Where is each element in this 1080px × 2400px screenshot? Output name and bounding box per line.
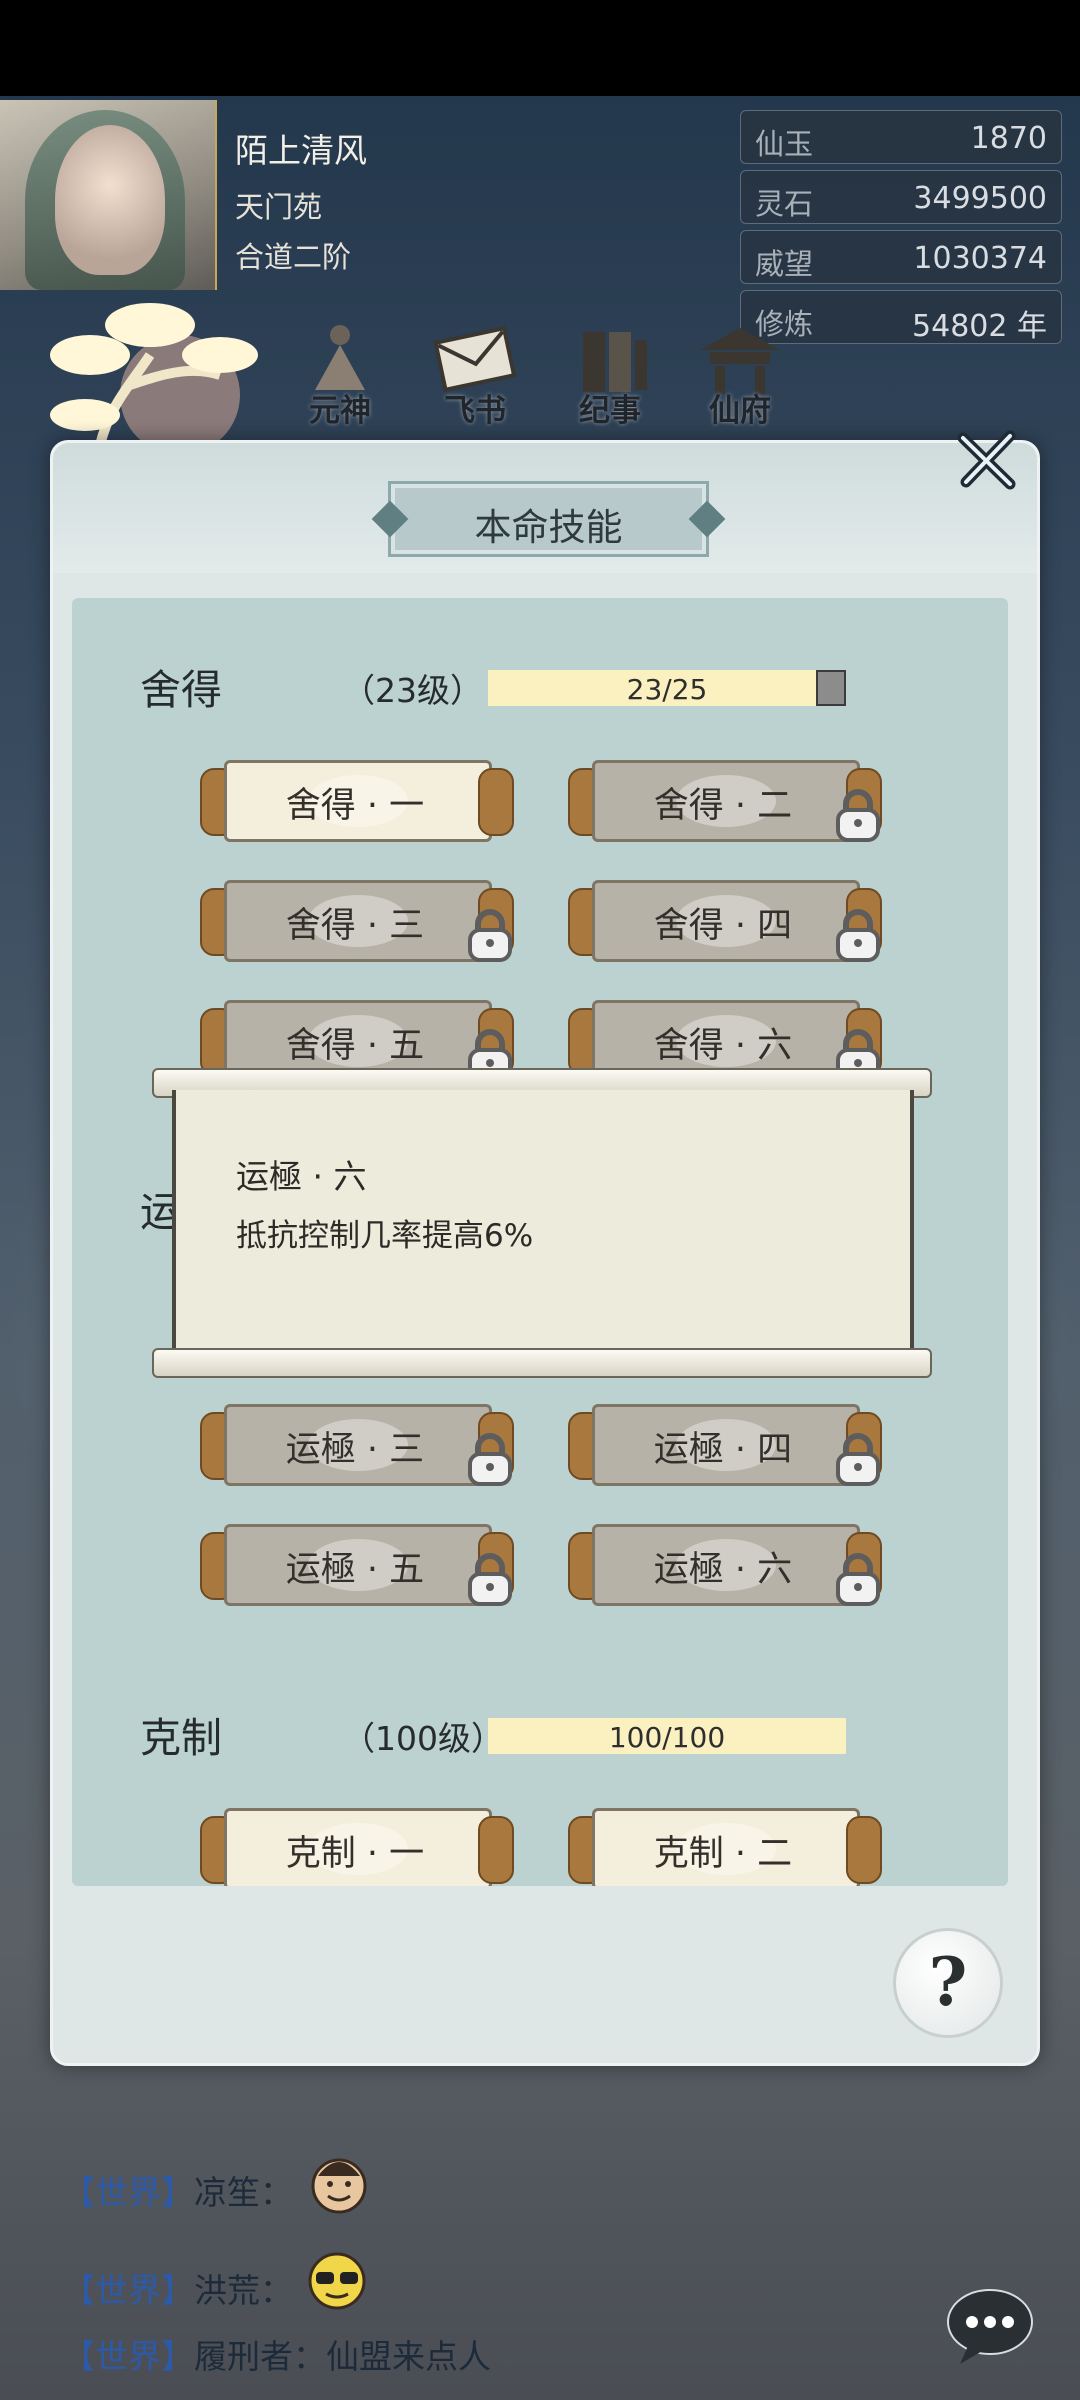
chat-bubble-icon[interactable] (944, 2286, 1036, 2366)
lock-icon (836, 789, 880, 842)
stat-value: 54802 年 (912, 309, 1047, 344)
sunglasses-emoji-icon (308, 2252, 366, 2310)
skill-label: 运極 · 三 (285, 1430, 425, 1470)
avatar-face (55, 125, 165, 275)
skill-scroll[interactable]: 克制 · 二 (568, 1808, 882, 1886)
skill-label: 克制 · 二 (653, 1834, 793, 1874)
lock-icon (468, 1553, 512, 1606)
tooltip-bottom-rod (152, 1348, 932, 1378)
skill-scroll[interactable]: 舍得 · 四 (568, 880, 882, 962)
nav-label: 纪事 (579, 393, 641, 429)
skill-label: 舍得 · 三 (285, 906, 425, 946)
chat-message[interactable]: 【世界】履刑者：仙盟来点人 (62, 2330, 491, 2378)
stat-label: 仙玉 (755, 127, 814, 161)
stat-label: 威望 (755, 247, 814, 281)
nav-label: 飞书 (444, 393, 506, 429)
section-level: （23级） (342, 671, 483, 710)
stat-weiwang: 威望 1030374 (740, 230, 1062, 284)
section-title: 舍得 (140, 666, 222, 714)
player-rank: 合道二阶 (235, 240, 352, 274)
progress-text: 100/100 (608, 1721, 726, 1754)
stat-value: 1030374 (913, 241, 1047, 276)
chat-text: 洪荒： (194, 2271, 293, 2310)
dialog-title-plate: 本命技能 (371, 481, 726, 557)
stat-value: 1870 (970, 121, 1047, 156)
skill-label: 运極 · 四 (653, 1430, 793, 1470)
section-level: （100级） (342, 1719, 504, 1758)
glowing-tree-icon[interactable] (30, 285, 260, 455)
chat-text: 履刑者：仙盟来点人 (194, 2337, 491, 2376)
nav-feishu[interactable]: 飞书 (420, 320, 530, 430)
lock-icon (836, 909, 880, 962)
chat-channel: 【世界】 (62, 2337, 194, 2376)
tooltip-description: 抵抗控制几率提高6% (236, 1218, 534, 1254)
skill-scroll[interactable]: 运極 · 三 (200, 1404, 514, 1486)
skill-label: 舍得 · 二 (653, 786, 793, 826)
skill-label: 舍得 · 六 (653, 1026, 793, 1066)
nav-yuanshen[interactable]: 元神 (285, 320, 395, 430)
stat-value: 3499500 (913, 181, 1047, 216)
dialog-title: 本命技能 (474, 506, 623, 549)
face-emoji-icon (311, 2158, 367, 2214)
progress-remaining (816, 670, 846, 706)
lock-icon (836, 1433, 880, 1486)
stat-xianyu: 仙玉 1870 (740, 110, 1062, 164)
skill-label: 运極 · 五 (285, 1550, 425, 1590)
chat-channel: 【世界】 (62, 2173, 194, 2212)
close-icon[interactable] (948, 420, 1028, 500)
stat-label: 灵石 (755, 187, 814, 221)
nav-jishi[interactable]: 纪事 (555, 320, 665, 430)
status-bar (0, 0, 1080, 96)
stat-lingshi: 灵石 3499500 (740, 170, 1062, 224)
chat-message[interactable]: 【世界】洪荒： (62, 2264, 293, 2312)
nav-xianfu[interactable]: 仙府 (685, 320, 795, 430)
skill-label: 运極 · 六 (653, 1550, 793, 1590)
skill-scroll[interactable]: 运極 · 四 (568, 1404, 882, 1486)
question-mark-icon: ? (928, 1943, 968, 2021)
player-avatar[interactable] (0, 100, 217, 290)
level-progress-bar: 100/100 (488, 1718, 846, 1754)
help-button[interactable]: ? (893, 1928, 1003, 2038)
skill-tooltip: 运極 · 六 抵抗控制几率提高6% (152, 1068, 932, 1378)
nav-label: 元神 (309, 393, 371, 429)
chat-text: 凉笙： (194, 2173, 293, 2212)
skill-scroll[interactable]: 舍得 · 一 (200, 760, 514, 842)
progress-text: 23/25 (626, 673, 708, 706)
chat-channel: 【世界】 (62, 2271, 194, 2310)
skill-scroll[interactable]: 运極 · 五 (200, 1524, 514, 1606)
skill-scroll[interactable]: 运極 · 六 (568, 1524, 882, 1606)
skill-scroll[interactable]: 舍得 · 三 (200, 880, 514, 962)
level-progress-bar: 23/25 (488, 670, 846, 706)
tooltip-title: 运極 · 六 (236, 1157, 367, 1196)
skill-label: 克制 · 一 (285, 1834, 425, 1874)
nav-label: 仙府 (709, 393, 771, 429)
dialog-header: 本命技能 (53, 443, 1037, 573)
chat-message[interactable]: 【世界】凉笙： (62, 2166, 293, 2214)
lock-icon (468, 909, 512, 962)
player-name: 陌上清风 (235, 131, 367, 170)
tooltip-body: 运極 · 六 抵抗控制几率提高6% (172, 1090, 914, 1356)
lock-icon (468, 1433, 512, 1486)
skill-label: 舍得 · 四 (653, 906, 793, 946)
skill-label: 舍得 · 一 (285, 786, 425, 826)
skill-scroll[interactable]: 克制 · 一 (200, 1808, 514, 1886)
lock-icon (836, 1553, 880, 1606)
skill-label: 舍得 · 五 (285, 1026, 425, 1066)
section-title: 克制 (140, 1714, 222, 1762)
player-sect: 天门苑 (235, 190, 323, 224)
skill-scroll[interactable]: 舍得 · 二 (568, 760, 882, 842)
